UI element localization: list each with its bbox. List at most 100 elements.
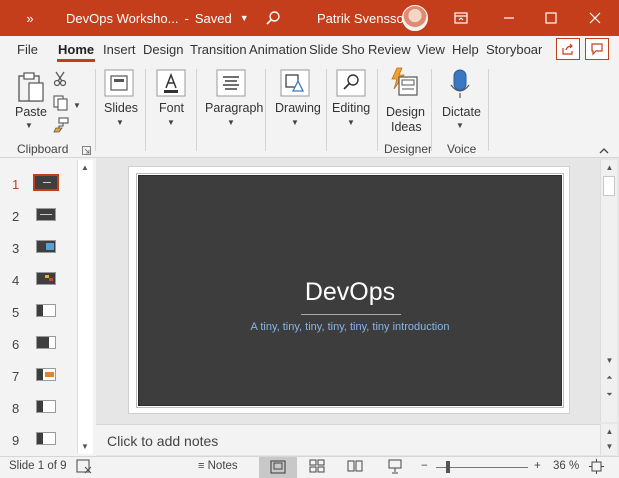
chevron-down-icon[interactable]: ▼ <box>227 118 235 127</box>
voice-group-label: Voice <box>447 142 477 156</box>
tab-view[interactable]: View <box>417 42 445 57</box>
paste-button[interactable] <box>16 71 46 106</box>
quick-access-expand-button[interactable]: » <box>16 0 44 36</box>
title-bar: » DevOps Worksho... - Saved ▼ Patrik Sve… <box>0 0 619 36</box>
scroll-down-icon[interactable]: ▼ <box>81 442 89 451</box>
zoom-level[interactable]: 36 % <box>553 460 579 472</box>
user-name[interactable]: Patrik Svensson <box>317 0 411 36</box>
scroll-up-icon[interactable]: ▲ <box>81 163 89 172</box>
font-button[interactable] <box>156 69 186 100</box>
slide-title[interactable]: DevOps <box>139 278 561 307</box>
format-painter-button[interactable] <box>53 117 69 136</box>
chevron-down-icon[interactable]: ▼ <box>347 118 355 127</box>
slide-thumbnail-9[interactable]: 9 <box>0 429 80 455</box>
notes-placeholder[interactable]: Click to add notes <box>107 433 218 449</box>
thumbnail-preview <box>36 368 56 381</box>
editing-button[interactable] <box>336 69 366 100</box>
slides-button[interactable] <box>104 69 134 100</box>
chevron-down-icon: ▼ <box>239 13 249 23</box>
close-button[interactable] <box>580 0 610 36</box>
tab-slide-show[interactable]: Slide Sho <box>309 42 365 57</box>
paste-label: Paste <box>15 105 47 119</box>
dictate-button[interactable] <box>450 69 470 102</box>
maximize-button[interactable] <box>536 0 566 36</box>
document-title: DevOps Worksho... <box>66 10 179 26</box>
scroll-up-icon[interactable]: ▲ <box>601 163 618 172</box>
notes-icon: ≡ <box>198 460 205 472</box>
notes-pane[interactable]: Click to add notes <box>96 424 600 455</box>
scroll-up-icon[interactable]: ▲ <box>601 427 618 436</box>
notes-scrollbar[interactable]: ▲ ▼ <box>600 424 617 455</box>
share-icon <box>562 43 573 55</box>
chevron-down-icon[interactable]: ▼ <box>25 121 33 130</box>
tab-insert[interactable]: Insert <box>103 42 136 57</box>
ribbon-tabs: File Home Insert Design Transition Anima… <box>0 36 619 63</box>
tab-help[interactable]: Help <box>452 42 479 57</box>
slide-thumbnail-4[interactable]: 4 <box>0 269 80 295</box>
slide-thumbnail-7[interactable]: 7 <box>0 365 80 391</box>
next-slide-icon[interactable]: ⏷ <box>601 390 618 400</box>
clipboard-dialog-launcher[interactable] <box>82 144 91 158</box>
zoom-in-button[interactable]: + <box>534 460 541 472</box>
slide-thumbnail-2[interactable]: 2 <box>0 205 80 231</box>
design-ideas-button[interactable] <box>389 67 419 102</box>
chevron-down-icon[interactable]: ▼ <box>116 118 124 127</box>
chevron-up-icon <box>599 148 609 154</box>
normal-view-button[interactable] <box>259 457 297 478</box>
copy-button[interactable] <box>53 95 69 114</box>
scroll-down-icon[interactable]: ▼ <box>601 442 618 451</box>
comments-button[interactable] <box>585 38 609 60</box>
paragraph-button[interactable] <box>216 69 246 100</box>
slide-subtitle[interactable]: A tiny, tiny, tiny, tiny, tiny, tiny int… <box>139 321 561 333</box>
current-slide[interactable]: DevOps A tiny, tiny, tiny, tiny, tiny, t… <box>136 173 564 408</box>
slide-thumbnail-1[interactable]: 1 <box>0 173 80 199</box>
design-ideas-label-1: Design <box>386 105 425 119</box>
tab-design[interactable]: Design <box>143 42 183 57</box>
collapse-ribbon-button[interactable] <box>599 144 609 158</box>
scroll-thumb[interactable] <box>603 176 615 196</box>
previous-slide-icon[interactable]: ⏶ <box>601 373 618 383</box>
notes-toggle-button[interactable]: ≡ Notes <box>198 460 238 472</box>
reading-view-icon <box>347 460 363 472</box>
slide-thumbnail-3[interactable]: 3 <box>0 237 80 263</box>
scroll-down-icon[interactable]: ▼ <box>601 356 618 365</box>
reading-view-button[interactable] <box>347 459 363 476</box>
search-icon[interactable] <box>258 0 288 36</box>
tab-transitions[interactable]: Transition <box>190 42 246 57</box>
ribbon-display-options-icon[interactable] <box>448 0 474 36</box>
share-button[interactable] <box>556 38 580 60</box>
slide-thumbnail-8[interactable]: 8 <box>0 397 80 423</box>
slide-sorter-button[interactable] <box>309 459 325 476</box>
drawing-button[interactable] <box>280 69 310 100</box>
chevron-down-icon[interactable]: ▼ <box>167 118 175 127</box>
chevron-down-icon[interactable]: ▼ <box>73 101 81 110</box>
slide-thumbnail-5[interactable]: 5 <box>0 301 80 327</box>
format-painter-icon <box>53 117 69 133</box>
tab-file[interactable]: File <box>17 42 38 57</box>
thumbnail-scrollbar[interactable]: ▲ ▼ <box>77 160 93 454</box>
slide-thumbnail-6[interactable]: 6 <box>0 333 80 359</box>
tab-review[interactable]: Review <box>368 42 411 57</box>
notes-label: Notes <box>207 460 238 472</box>
thumbnail-preview <box>36 304 56 317</box>
thumbnail-preview <box>33 174 59 191</box>
minimize-button[interactable] <box>494 0 524 36</box>
accessibility-icon[interactable] <box>76 459 92 477</box>
slide-show-button[interactable] <box>387 459 403 477</box>
zoom-out-button[interactable]: − <box>421 460 428 472</box>
fit-to-window-button[interactable] <box>589 459 604 477</box>
dialog-launcher-icon <box>82 146 91 155</box>
tab-storyboard[interactable]: Storyboar <box>486 42 542 57</box>
clipboard-paste-icon <box>18 72 44 102</box>
normal-view-icon <box>270 460 286 474</box>
tab-animations[interactable]: Animation <box>249 42 306 57</box>
document-title-button[interactable]: DevOps Worksho... - Saved ▼ <box>66 0 249 36</box>
avatar[interactable] <box>402 5 428 31</box>
tab-home[interactable]: Home <box>58 42 94 57</box>
slide-vertical-scrollbar[interactable]: ▲ ▼ ⏶ ⏷ <box>600 160 617 422</box>
chevron-down-icon[interactable]: ▼ <box>456 121 464 130</box>
zoom-slider-thumb[interactable] <box>446 461 450 473</box>
cut-button[interactable] <box>53 71 67 90</box>
font-label: Font <box>159 101 185 115</box>
chevron-down-icon[interactable]: ▼ <box>291 118 299 127</box>
